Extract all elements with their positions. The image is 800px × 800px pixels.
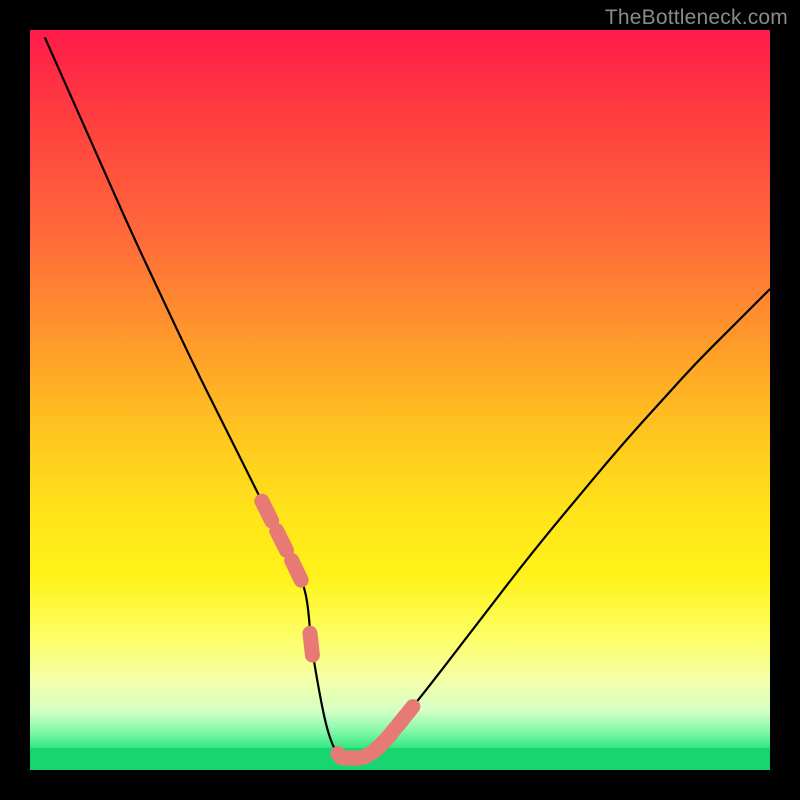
- marker-dash: [292, 560, 302, 580]
- marker-dash: [277, 531, 287, 551]
- watermark-text: TheBottleneck.com: [605, 6, 788, 30]
- plot-area: [30, 30, 770, 770]
- marker-group: [262, 501, 413, 758]
- bottleneck-curve-path: [45, 37, 770, 758]
- curve-svg: [30, 30, 770, 770]
- chart-stage: TheBottleneck.com: [0, 0, 800, 800]
- marker-dash: [399, 707, 413, 724]
- marker-dash: [262, 501, 272, 521]
- marker-dash: [310, 633, 312, 655]
- marker-flat: [338, 743, 382, 758]
